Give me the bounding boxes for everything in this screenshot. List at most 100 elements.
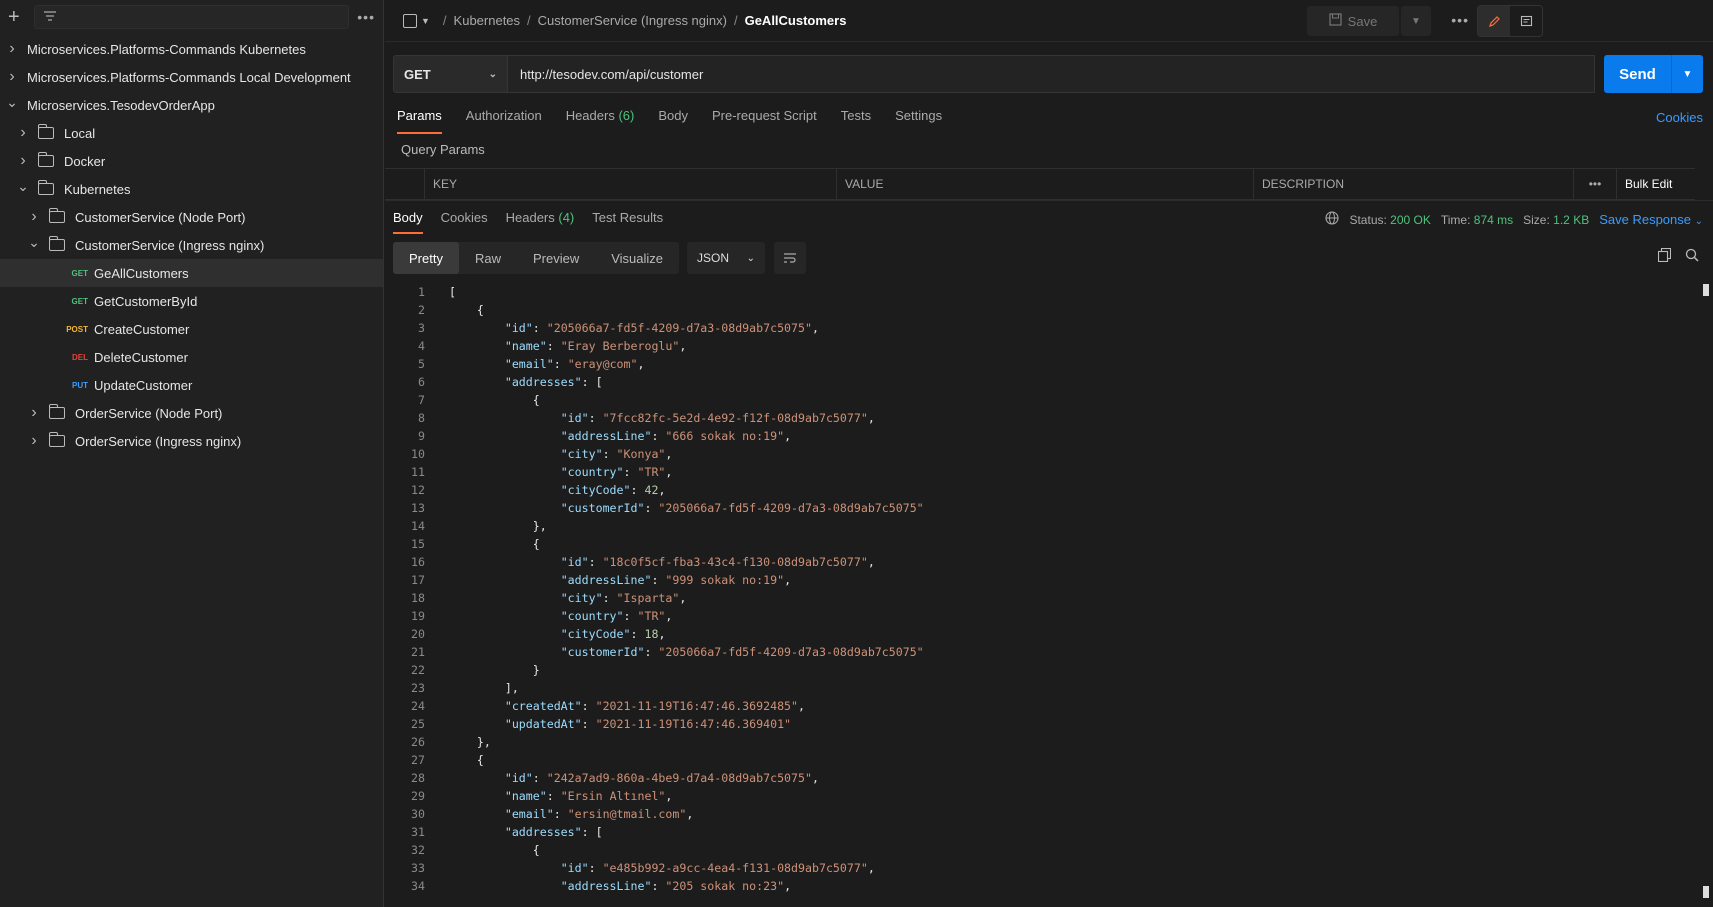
sidebar-toolbar: + ••• xyxy=(0,0,383,34)
status-value[interactable]: 200 OK xyxy=(1390,213,1431,227)
folder-item[interactable]: › Local xyxy=(0,119,383,147)
chevron-right-icon[interactable]: › xyxy=(28,208,40,226)
wrap-lines-icon[interactable] xyxy=(774,242,807,274)
response-body-editor[interactable]: 1[2 {3 "id": "205066a7-fd5f-4209-d7a3-08… xyxy=(385,283,1675,903)
collection-item[interactable]: ⌄ Microservices.TesodevOrderApp xyxy=(0,91,383,119)
code-token: : xyxy=(630,627,645,641)
send-button[interactable]: Send ▼ xyxy=(1604,55,1703,93)
folder-item[interactable]: › OrderService (Node Port) xyxy=(0,399,383,427)
code-line: 8 "id": "7fcc82fc-5e2d-4e92-f12f-08d9ab7… xyxy=(385,409,1675,427)
breadcrumb-item[interactable]: CustomerService (Ingress nginx) xyxy=(538,13,727,28)
more-actions-icon[interactable]: ••• xyxy=(1451,12,1469,28)
sidebar-filter-input[interactable] xyxy=(34,5,350,29)
request-item[interactable]: POST CreateCustomer xyxy=(0,315,383,343)
tree-item-label: Microservices.Platforms-Commands Kuberne… xyxy=(27,41,306,57)
chevron-down-icon[interactable]: ▼ xyxy=(421,16,430,26)
tab-params[interactable]: Params xyxy=(397,108,442,134)
chevron-down-icon[interactable]: ⌄ xyxy=(17,178,29,195)
globe-icon[interactable] xyxy=(1325,211,1340,228)
chevron-right-icon[interactable]: › xyxy=(17,124,29,142)
search-icon[interactable] xyxy=(1685,248,1699,265)
view-raw[interactable]: Raw xyxy=(459,242,517,274)
code-line: 33 "id": "e485b992-a9cc-4ea4-f131-08d9ab… xyxy=(385,859,1675,877)
save-options-chevron-icon[interactable]: ▼ xyxy=(1401,6,1431,36)
view-mode-toggle xyxy=(1477,5,1543,37)
url-bar: GET ⌄ http://tesodev.com/api/customer Se… xyxy=(393,55,1703,93)
params-more-icon[interactable]: ••• xyxy=(1574,169,1617,199)
chevron-down-icon[interactable]: ⌄ xyxy=(6,94,18,111)
chevron-down-icon[interactable]: ⌄ xyxy=(28,234,40,251)
code-text: "city": "Konya", xyxy=(427,447,673,461)
chevron-right-icon[interactable]: › xyxy=(6,68,18,86)
code-token: 42 xyxy=(644,483,659,497)
request-item[interactable]: PUT UpdateCustomer xyxy=(0,371,383,399)
save-button[interactable]: Save xyxy=(1307,6,1399,36)
filter-icon[interactable] xyxy=(43,10,57,25)
size-value[interactable]: 1.2 KB xyxy=(1553,213,1589,227)
res-tab-body[interactable]: Body xyxy=(393,210,423,234)
chevron-right-icon[interactable]: › xyxy=(28,432,40,450)
folder-item[interactable]: ⌄ Kubernetes xyxy=(0,175,383,203)
method-select[interactable]: GET ⌄ xyxy=(393,55,508,93)
code-token: : xyxy=(588,411,603,425)
request-item[interactable]: GET GeAllCustomers xyxy=(0,259,383,287)
view-visualize[interactable]: Visualize xyxy=(595,242,679,274)
breadcrumb-item[interactable]: Kubernetes xyxy=(454,13,521,28)
sidebar-more-icon[interactable]: ••• xyxy=(357,9,375,25)
collection-item[interactable]: › Microservices.Platforms-Commands Local … xyxy=(0,63,383,91)
code-line: 17 "addressLine": "999 sokak no:19", xyxy=(385,571,1675,589)
scrollbar-up[interactable] xyxy=(1703,284,1709,296)
code-token: , xyxy=(679,339,687,353)
cookies-link[interactable]: Cookies xyxy=(1656,110,1703,125)
documentation-icon[interactable] xyxy=(1510,6,1542,36)
bulk-edit-button[interactable]: Bulk Edit xyxy=(1617,169,1695,199)
request-name[interactable]: GeAllCustomers xyxy=(745,13,847,28)
copy-icon[interactable] xyxy=(1657,247,1672,265)
request-item[interactable]: GET GetCustomerById xyxy=(0,287,383,315)
response-scrollbar[interactable] xyxy=(1703,284,1709,898)
res-tab-headers[interactable]: Headers (4) xyxy=(506,210,575,234)
res-tab-cookies[interactable]: Cookies xyxy=(441,210,488,234)
edit-pencil-icon[interactable] xyxy=(1478,6,1510,36)
code-token: "id" xyxy=(560,555,589,569)
tab-authorization[interactable]: Authorization xyxy=(466,108,542,134)
chevron-right-icon[interactable]: › xyxy=(17,152,29,170)
method-badge: PUT xyxy=(72,380,88,390)
code-token: "Isparta" xyxy=(616,591,680,605)
save-response-button[interactable]: Save Response ⌄ xyxy=(1599,212,1703,227)
view-pretty[interactable]: Pretty xyxy=(393,242,459,274)
folder-item[interactable]: › Docker xyxy=(0,147,383,175)
tab-body[interactable]: Body xyxy=(658,108,688,134)
code-token: "addresses" xyxy=(504,375,582,389)
tab-tests[interactable]: Tests xyxy=(841,108,871,134)
tab-prerequest-script[interactable]: Pre-request Script xyxy=(712,108,817,134)
code-text: "country": "TR", xyxy=(427,465,673,479)
scrollbar-down[interactable] xyxy=(1703,886,1709,898)
send-options-chevron-icon[interactable]: ▼ xyxy=(1671,55,1703,93)
tab-headers[interactable]: Headers (6) xyxy=(566,108,635,134)
tab-settings[interactable]: Settings xyxy=(895,108,942,134)
tree-item-label: Microservices.TesodevOrderApp xyxy=(27,97,215,113)
collection-item[interactable]: › Microservices.Platforms-Commands Kubern… xyxy=(0,35,383,63)
response-divider[interactable] xyxy=(385,200,1713,201)
chevron-right-icon[interactable]: › xyxy=(6,40,18,58)
line-number: 17 xyxy=(411,573,425,587)
time-value[interactable]: 874 ms xyxy=(1474,213,1513,227)
folder-item[interactable]: › CustomerService (Node Port) xyxy=(0,203,383,231)
folder-item[interactable]: ⌄ CustomerService (Ingress nginx) xyxy=(0,231,383,259)
code-token: 18 xyxy=(644,627,659,641)
folder-item[interactable]: › OrderService (Ingress nginx) xyxy=(0,427,383,455)
request-item[interactable]: DEL DeleteCustomer xyxy=(0,343,383,371)
folder-icon xyxy=(49,236,65,251)
format-select[interactable]: JSON ⌄ xyxy=(687,242,766,274)
view-preview[interactable]: Preview xyxy=(517,242,595,274)
res-tab-test-results[interactable]: Test Results xyxy=(592,210,663,234)
code-token: , xyxy=(784,573,792,587)
new-plus-icon[interactable]: + xyxy=(8,7,26,27)
url-input[interactable]: http://tesodev.com/api/customer xyxy=(508,55,1595,93)
chevron-right-icon[interactable]: › xyxy=(28,404,40,422)
line-number: 16 xyxy=(411,555,425,569)
